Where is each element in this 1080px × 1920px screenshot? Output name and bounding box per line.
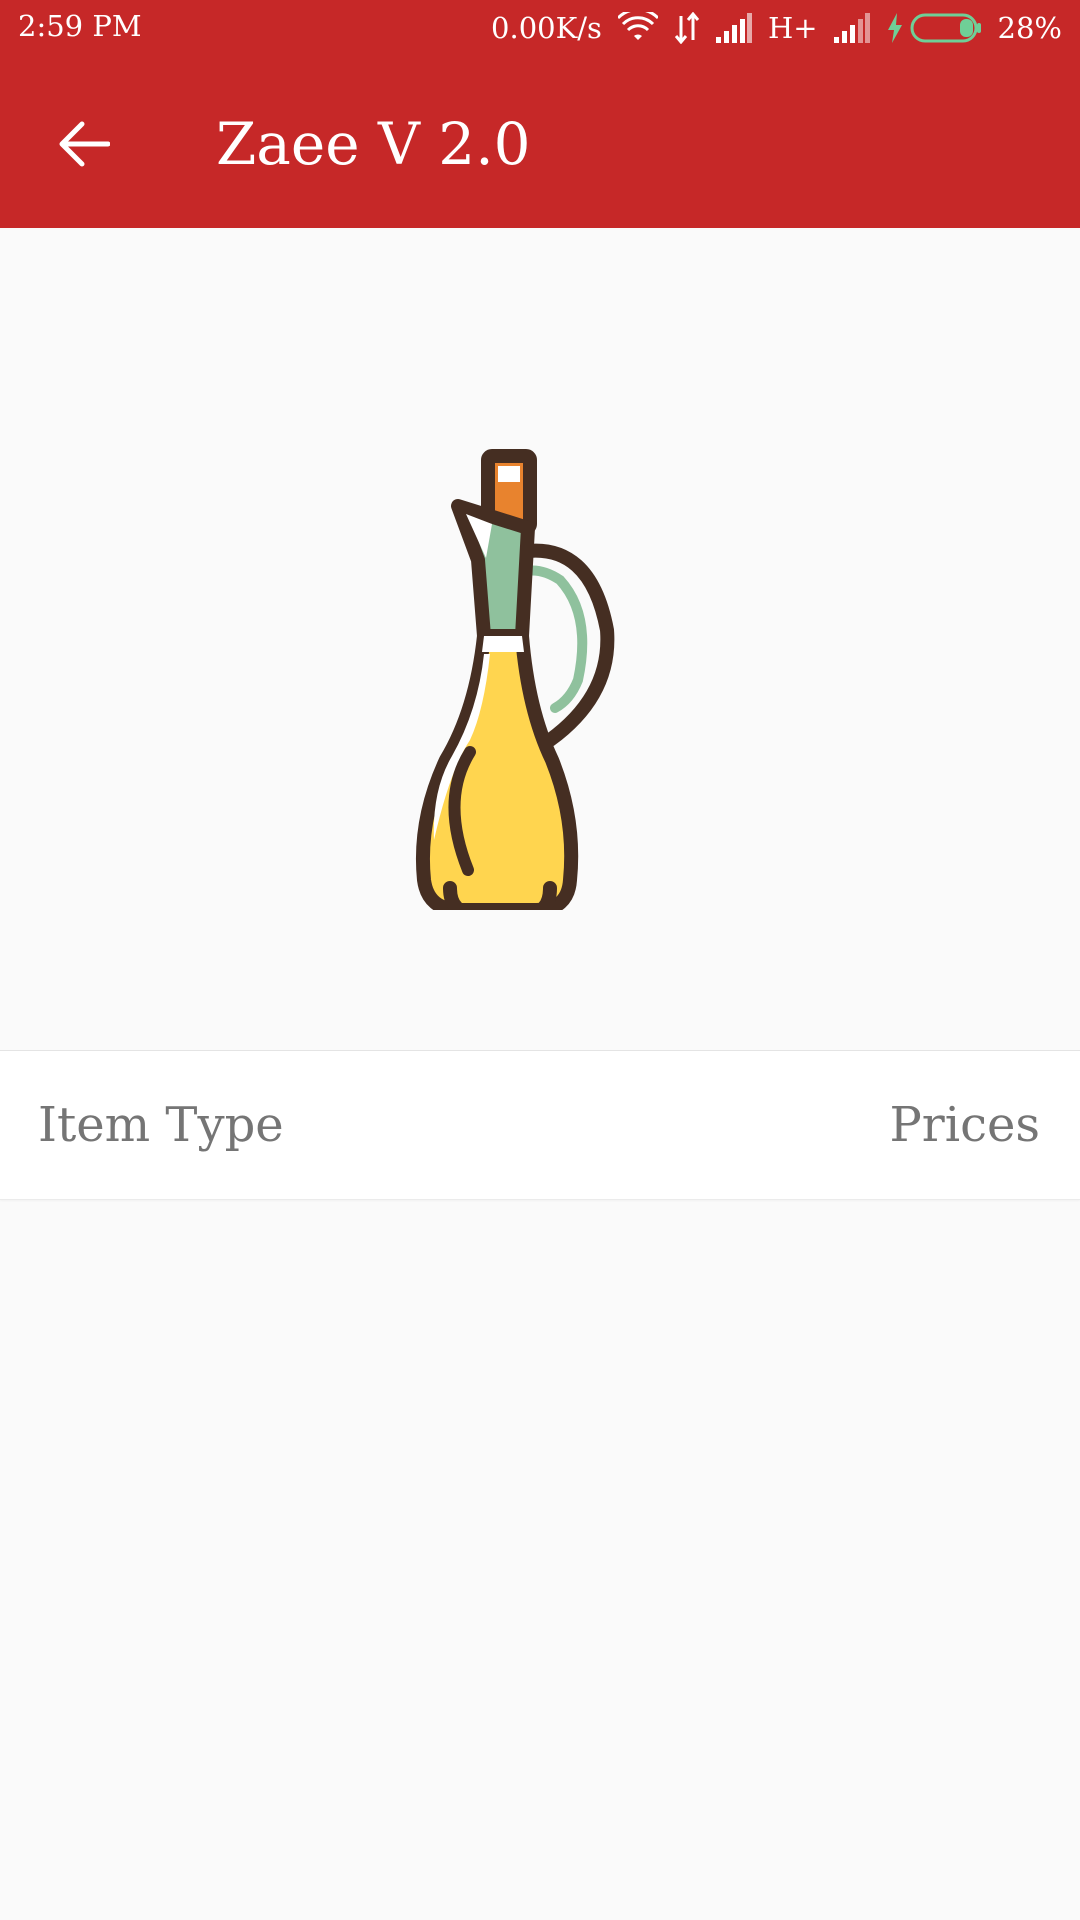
status-time: 2:59 PM xyxy=(18,9,142,43)
network-type: H+ xyxy=(767,11,818,45)
battery-icon xyxy=(886,13,982,43)
status-bar: 2:59 PM 0.00K/s H+ 28% xyxy=(0,0,1080,54)
arrow-left-icon xyxy=(59,121,110,167)
signal-icon-secondary xyxy=(833,13,870,43)
wifi-icon xyxy=(617,12,658,44)
charging-icon xyxy=(887,13,902,43)
back-button[interactable] xyxy=(44,104,124,184)
page-title: Zaee V 2.0 xyxy=(216,110,531,178)
app-bar: Zaee V 2.0 xyxy=(0,54,1080,228)
status-icons: 0.00K/s H+ 28% xyxy=(491,8,1062,48)
battery-percent: 28% xyxy=(997,11,1062,45)
network-speed: 0.00K/s xyxy=(491,11,602,45)
column-header-item-type: Item Type xyxy=(38,1097,284,1153)
column-header-prices: Prices xyxy=(889,1097,1040,1153)
screen: 2:59 PM 0.00K/s H+ 28% Zaee V 2.0 Item T… xyxy=(0,0,1080,1920)
signal-icon xyxy=(715,13,752,43)
data-transfer-icon xyxy=(674,12,700,44)
oil-bottle-icon xyxy=(380,440,700,921)
table-header: Item Type Prices xyxy=(0,1050,1080,1200)
